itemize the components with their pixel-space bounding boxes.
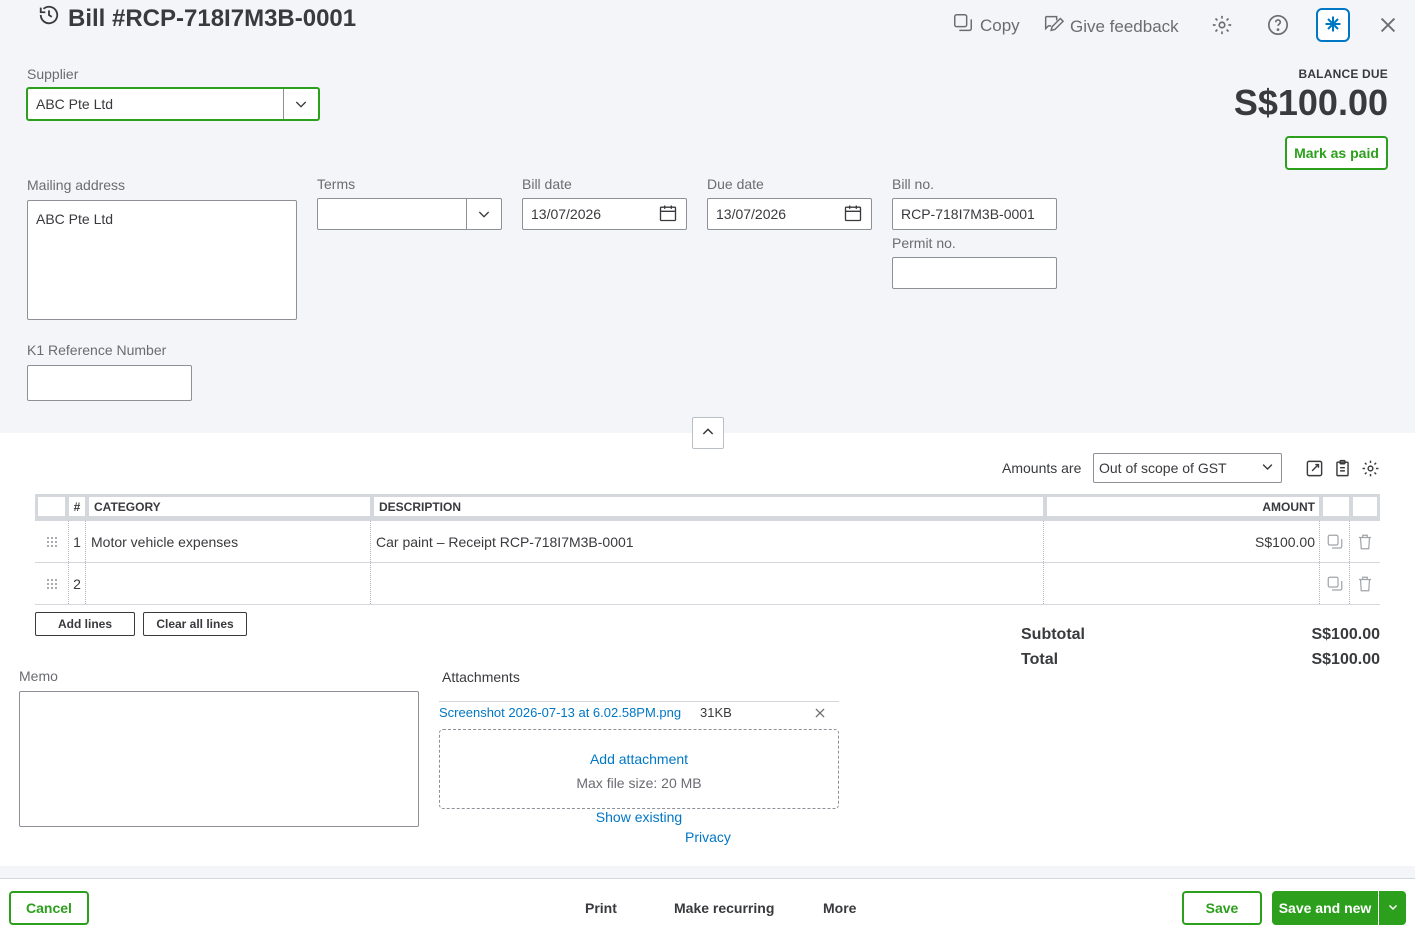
print-button[interactable]: Print: [585, 900, 617, 916]
feedback-icon: [1042, 13, 1065, 40]
max-file-size-text: Max file size: 20 MB: [576, 775, 702, 791]
bill-no-label: Bill no.: [892, 176, 935, 192]
terms-select[interactable]: [317, 198, 502, 230]
save-and-new-button[interactable]: Save and new: [1272, 891, 1378, 925]
table-row[interactable]: 2: [35, 563, 1380, 605]
permit-no-field[interactable]: [892, 257, 1057, 289]
duplicate-icon[interactable]: [1320, 521, 1350, 562]
row-num: 2: [68, 563, 86, 604]
attachment-dropzone[interactable]: [439, 729, 839, 809]
assistant-button[interactable]: [1316, 8, 1350, 42]
add-attachment-link[interactable]: Add attachment: [439, 751, 839, 767]
row-amount[interactable]: [1044, 563, 1320, 604]
supplier-select[interactable]: ABC Pte Ltd: [26, 87, 320, 121]
remove-attachment-icon[interactable]: [813, 706, 827, 723]
k1-reference-field[interactable]: [27, 365, 192, 401]
more-button[interactable]: More: [823, 900, 856, 916]
sparkle-icon: [1323, 14, 1343, 37]
show-existing-link[interactable]: Show existing: [439, 809, 839, 825]
supplier-input[interactable]: ABC Pte Ltd: [28, 89, 283, 119]
table-header: # CATEGORY DESCRIPTION AMOUNT: [35, 494, 1380, 521]
settings-icon[interactable]: [1211, 14, 1233, 39]
calendar-icon[interactable]: [843, 203, 863, 226]
cancel-button[interactable]: Cancel: [9, 891, 89, 925]
clear-all-lines-button[interactable]: Clear all lines: [143, 612, 247, 636]
attachments-label: Attachments: [442, 669, 520, 685]
attachment-file-link[interactable]: Screenshot 2026-07-13 at 6.02.58PM.png: [439, 705, 681, 720]
balance-due-amount: S$100.00: [1233, 82, 1388, 123]
copy-button[interactable]: Copy: [952, 12, 1020, 39]
chevron-down-icon: [1260, 459, 1275, 477]
subtotal-label: Subtotal: [1021, 626, 1085, 643]
calendar-icon[interactable]: [658, 203, 678, 226]
chevron-up-icon: [700, 424, 716, 443]
table-row[interactable]: 1 Motor vehicle expenses Car paint – Rec…: [35, 521, 1380, 563]
save-button[interactable]: Save: [1182, 891, 1262, 925]
add-lines-button[interactable]: Add lines: [35, 612, 135, 636]
close-icon[interactable]: [1377, 14, 1399, 39]
bill-date-label: Bill date: [522, 176, 572, 192]
amounts-are-label: Amounts are: [1002, 460, 1082, 476]
chevron-down-icon[interactable]: [466, 199, 501, 229]
col-num: #: [68, 494, 86, 519]
memo-label: Memo: [19, 668, 58, 684]
row-category[interactable]: [86, 563, 371, 604]
drag-handle-icon[interactable]: [35, 563, 68, 604]
terms-label: Terms: [317, 176, 356, 192]
permit-no-label: Permit no.: [892, 235, 956, 251]
duplicate-icon[interactable]: [1320, 563, 1350, 604]
save-options-button[interactable]: [1379, 891, 1406, 925]
due-date-field[interactable]: 13/07/2026: [707, 198, 872, 230]
col-description: DESCRIPTION: [371, 494, 1044, 519]
trash-icon[interactable]: [1350, 521, 1380, 562]
table-settings-icon[interactable]: [1361, 459, 1380, 481]
copy-icon: [952, 12, 974, 39]
bill-no-field[interactable]: RCP-718I7M3B-0001: [892, 198, 1057, 230]
col-category: CATEGORY: [86, 494, 371, 519]
total-label: Total: [1021, 651, 1059, 668]
give-feedback-button[interactable]: Give feedback: [1042, 13, 1179, 40]
supplier-label: Supplier: [27, 66, 79, 82]
clipboard-icon[interactable]: [1333, 459, 1352, 481]
trash-icon[interactable]: [1350, 563, 1380, 604]
chevron-down-icon: [1387, 900, 1399, 916]
help-icon[interactable]: [1267, 14, 1289, 39]
row-description[interactable]: Car paint – Receipt RCP-718I7M3B-0001: [371, 521, 1044, 562]
collapse-button[interactable]: [692, 417, 724, 449]
history-icon[interactable]: [38, 4, 60, 33]
col-amount: AMOUNT: [1044, 494, 1320, 519]
row-amount[interactable]: S$100.00: [1044, 521, 1320, 562]
mailing-address-field[interactable]: ABC Pte Ltd: [27, 200, 297, 320]
attachment-file-size: 31KB: [700, 705, 732, 720]
edit-icon[interactable]: [1305, 459, 1324, 481]
bill-date-field[interactable]: 13/07/2026: [522, 198, 687, 230]
subtotal-value: S$100.00: [1311, 626, 1380, 643]
line-items-table: # CATEGORY DESCRIPTION AMOUNT 1 Motor ve…: [35, 494, 1380, 605]
make-recurring-button[interactable]: Make recurring: [674, 900, 774, 916]
mark-as-paid-button[interactable]: Mark as paid: [1285, 136, 1388, 170]
total-value: S$100.00: [1311, 651, 1380, 668]
row-category[interactable]: Motor vehicle expenses: [86, 521, 371, 562]
row-num: 1: [68, 521, 86, 562]
k1-reference-label: K1 Reference Number: [27, 342, 167, 358]
row-description[interactable]: [371, 563, 1044, 604]
drag-handle-icon[interactable]: [35, 521, 68, 562]
page-title: Bill #RCP-718I7M3B-0001: [38, 4, 356, 33]
privacy-link[interactable]: Privacy: [685, 829, 731, 845]
bill-title: Bill #RCP-718I7M3B-0001: [68, 4, 357, 32]
mailing-address-label: Mailing address: [27, 177, 126, 193]
memo-field[interactable]: [19, 691, 419, 827]
chevron-down-icon[interactable]: [283, 89, 318, 119]
due-date-label: Due date: [707, 176, 764, 192]
balance-due-label: BALANCE DUE: [1298, 67, 1388, 81]
amounts-are-select[interactable]: Out of scope of GST: [1093, 453, 1282, 483]
